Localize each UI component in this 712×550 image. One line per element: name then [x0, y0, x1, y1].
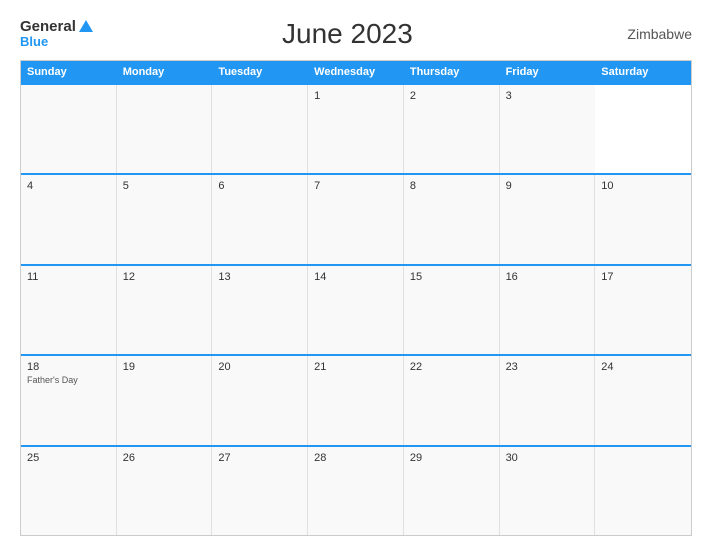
logo-general-text: General — [20, 19, 93, 36]
cell-jun-1: 1 — [308, 85, 404, 173]
day-number: 22 — [410, 361, 493, 373]
cell-jun-15: 15 — [404, 266, 500, 354]
header: General Blue June 2023 Zimbabwe — [20, 18, 692, 50]
cell-jun-7: 7 — [308, 175, 404, 263]
day-number: 18 — [27, 361, 110, 373]
day-number: 30 — [506, 452, 589, 464]
logo-general-label: General — [20, 19, 76, 36]
cell-jun-29: 29 — [404, 447, 500, 535]
cell-empty-2 — [117, 85, 213, 173]
calendar-grid: Sunday Monday Tuesday Wednesday Thursday… — [20, 60, 692, 536]
cell-empty-1 — [21, 85, 117, 173]
cell-jun-17: 17 — [595, 266, 691, 354]
cell-jun-16: 16 — [500, 266, 596, 354]
cell-jun-27: 27 — [212, 447, 308, 535]
day-number: 26 — [123, 452, 206, 464]
col-wednesday: Wednesday — [308, 61, 404, 83]
cell-jun-13: 13 — [212, 266, 308, 354]
week-2: 4 5 6 7 8 9 10 — [21, 173, 691, 263]
logo-blue-label: Blue — [20, 35, 93, 49]
cell-jun-11: 11 — [21, 266, 117, 354]
calendar-header-row: Sunday Monday Tuesday Wednesday Thursday… — [21, 61, 691, 83]
cell-jun-26: 26 — [117, 447, 213, 535]
cell-jun-30: 30 — [500, 447, 596, 535]
day-number: 16 — [506, 271, 589, 283]
week-5: 25 26 27 28 29 30 — [21, 445, 691, 535]
cell-jun-9: 9 — [500, 175, 596, 263]
cell-jun-28: 28 — [308, 447, 404, 535]
cell-jun-3: 3 — [500, 85, 596, 173]
cell-jun-5: 5 — [117, 175, 213, 263]
day-number: 3 — [506, 90, 590, 102]
col-monday: Monday — [117, 61, 213, 83]
cell-jun-6: 6 — [212, 175, 308, 263]
cell-jun-24: 24 — [595, 356, 691, 444]
day-number: 24 — [601, 361, 685, 373]
cell-jun-21: 21 — [308, 356, 404, 444]
week-3: 11 12 13 14 15 16 17 — [21, 264, 691, 354]
day-number: 9 — [506, 180, 589, 192]
day-number: 5 — [123, 180, 206, 192]
cell-jun-20: 20 — [212, 356, 308, 444]
cell-jun-2: 2 — [404, 85, 500, 173]
cell-empty-3 — [212, 85, 308, 173]
day-number: 10 — [601, 180, 685, 192]
day-number: 21 — [314, 361, 397, 373]
day-number: 6 — [218, 180, 301, 192]
week-1: 1 2 3 — [21, 83, 691, 173]
day-number: 29 — [410, 452, 493, 464]
day-number: 14 — [314, 271, 397, 283]
cell-jun-23: 23 — [500, 356, 596, 444]
cell-jun-8: 8 — [404, 175, 500, 263]
calendar-body: 1 2 3 4 5 6 — [21, 83, 691, 535]
col-thursday: Thursday — [404, 61, 500, 83]
cell-jun-19: 19 — [117, 356, 213, 444]
day-number: 23 — [506, 361, 589, 373]
cell-jun-12: 12 — [117, 266, 213, 354]
calendar-title: June 2023 — [93, 18, 602, 50]
day-number: 11 — [27, 271, 110, 283]
cell-jun-25: 25 — [21, 447, 117, 535]
day-number: 15 — [410, 271, 493, 283]
country-label: Zimbabwe — [602, 26, 692, 42]
day-number: 4 — [27, 180, 110, 192]
day-number: 17 — [601, 271, 685, 283]
cell-jun-10: 10 — [595, 175, 691, 263]
holiday-fathers-day: Father's Day — [27, 375, 110, 385]
day-number: 27 — [218, 452, 301, 464]
cell-jun-22: 22 — [404, 356, 500, 444]
day-number: 7 — [314, 180, 397, 192]
col-sunday: Sunday — [21, 61, 117, 83]
day-number: 19 — [123, 361, 206, 373]
day-number: 28 — [314, 452, 397, 464]
day-number: 13 — [218, 271, 301, 283]
cell-jun-14: 14 — [308, 266, 404, 354]
day-number: 20 — [218, 361, 301, 373]
calendar-page: General Blue June 2023 Zimbabwe Sunday M… — [0, 0, 712, 550]
cell-jun-18: 18 Father's Day — [21, 356, 117, 444]
week-4: 18 Father's Day 19 20 21 22 23 — [21, 354, 691, 444]
day-number: 12 — [123, 271, 206, 283]
col-tuesday: Tuesday — [212, 61, 308, 83]
day-number: 8 — [410, 180, 493, 192]
logo: General Blue — [20, 19, 93, 50]
col-friday: Friday — [500, 61, 596, 83]
day-number: 2 — [410, 90, 493, 102]
cell-empty-end — [595, 447, 691, 535]
day-number: 1 — [314, 90, 397, 102]
day-number: 25 — [27, 452, 110, 464]
cell-jun-4: 4 — [21, 175, 117, 263]
col-saturday: Saturday — [595, 61, 691, 83]
logo-triangle-icon — [79, 20, 93, 32]
